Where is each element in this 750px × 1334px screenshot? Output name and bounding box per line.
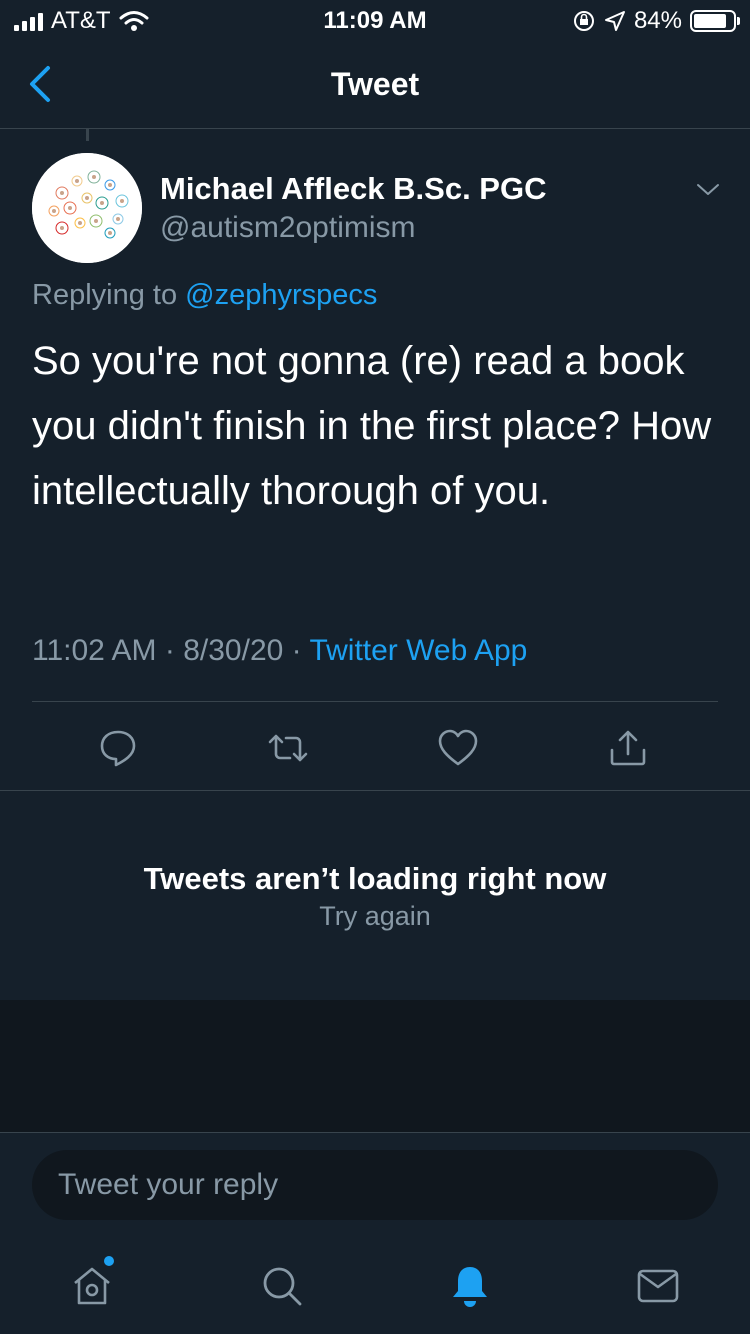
error-title: Tweets aren’t loading right now: [143, 861, 607, 896]
messages-icon: [637, 1269, 679, 1303]
tweet-date: 8/30/20: [183, 634, 284, 667]
notifications-icon: [453, 1267, 487, 1307]
tweet-source-link[interactable]: Twitter Web App: [309, 634, 527, 667]
author-name[interactable]: Michael Affleck B.Sc. PGC: [160, 171, 546, 207]
reply-input[interactable]: [32, 1150, 718, 1220]
empty-area: [0, 1000, 750, 1132]
tweet-time: 11:02 AM: [32, 634, 157, 667]
error-panel: Tweets aren’t loading right now Try agai…: [0, 791, 750, 1000]
retweet-button[interactable]: [266, 726, 310, 770]
try-again-link[interactable]: Try again: [0, 901, 750, 932]
replying-prefix: Replying to: [32, 279, 178, 311]
tweet-actions: [0, 702, 750, 791]
home-icon: [74, 1267, 110, 1305]
reply-button[interactable]: [96, 726, 140, 770]
avatar[interactable]: [32, 153, 142, 263]
tab-home[interactable]: [68, 1256, 116, 1310]
location-icon: [604, 11, 625, 31]
retweet-icon: [268, 734, 308, 762]
meta-separator: ·: [291, 634, 302, 667]
status-bar: AT&T 11:09 AM 84%: [0, 0, 750, 40]
share-button[interactable]: [606, 726, 650, 770]
author-handle[interactable]: @autism2optimism: [160, 211, 416, 245]
tweet-meta: 11:02 AM · 8/30/20 · Twitter Web App: [32, 634, 527, 668]
mention-link[interactable]: @zephyrspecs: [185, 279, 377, 311]
like-button[interactable]: [436, 726, 480, 770]
new-tweets-dot: [104, 1256, 114, 1266]
reply-composer: [0, 1132, 750, 1234]
tweet-detail: Michael Affleck B.Sc. PGC @autism2optimi…: [0, 129, 750, 791]
meta-separator: ·: [164, 634, 175, 667]
page-title: Tweet: [330, 66, 420, 102]
battery-percent: 84%: [633, 7, 682, 34]
tweet-text: So you're not gonna (re) read a book you…: [32, 339, 712, 513]
replying-to: Replying to @zephyrspecs: [32, 279, 377, 312]
search-icon: [263, 1267, 302, 1306]
chevron-down-icon[interactable]: [696, 179, 720, 199]
tab-search[interactable]: [258, 1262, 306, 1310]
battery-icon: [690, 10, 740, 32]
tab-messages[interactable]: [634, 1262, 682, 1310]
nav-bar: Tweet: [0, 40, 750, 129]
like-icon: [438, 729, 478, 766]
tab-bar: [0, 1234, 750, 1334]
tab-notifications[interactable]: [446, 1262, 494, 1310]
reply-icon: [100, 730, 136, 767]
avatar-image: [32, 153, 142, 263]
share-icon: [610, 730, 646, 766]
orientation-lock-icon: [573, 11, 594, 31]
